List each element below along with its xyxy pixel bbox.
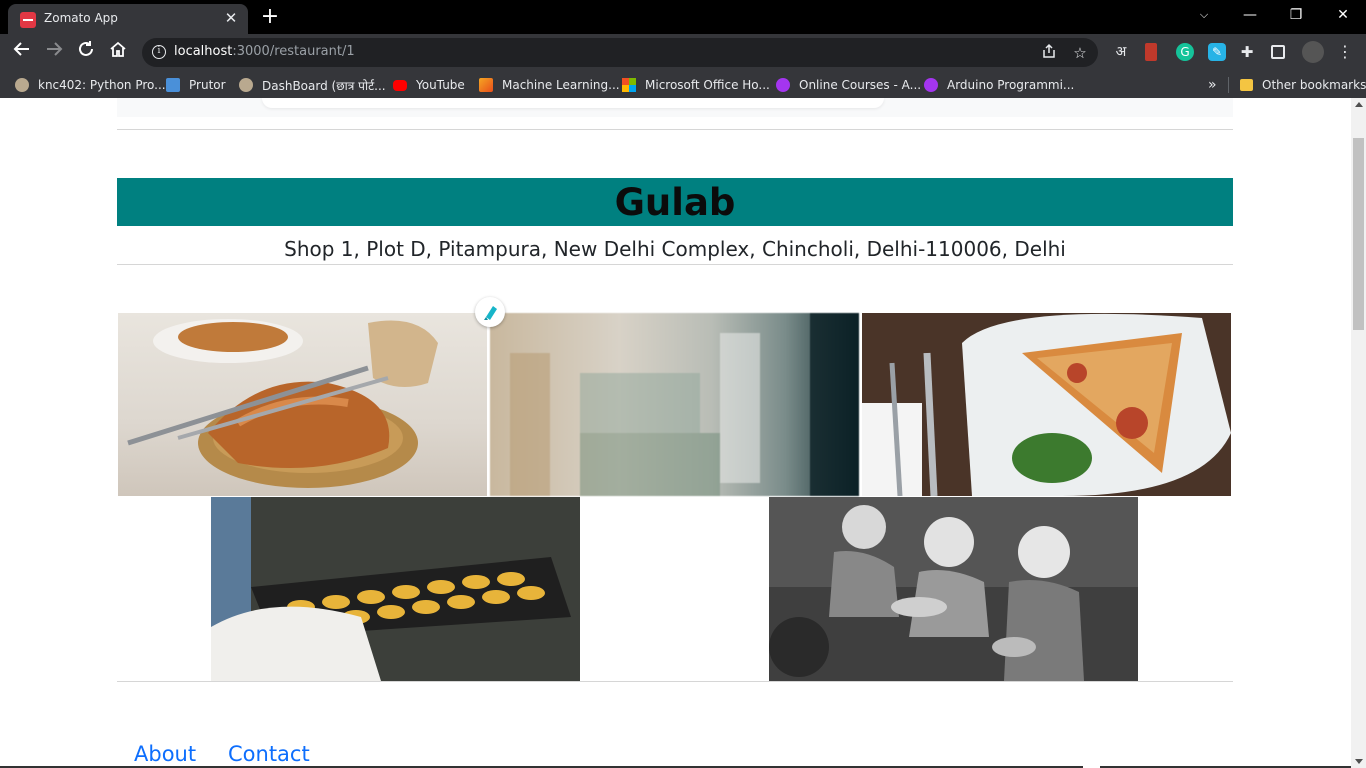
bookmark-online-courses[interactable]: Online Courses - A... — [776, 76, 921, 94]
bookmark-youtube[interactable]: YouTube — [393, 76, 465, 94]
bookmark-microsoft-office[interactable]: Microsoft Office Ho... — [622, 76, 770, 94]
bookmark-dashboard[interactable]: DashBoard (छात्र पोर्ट... — [239, 76, 386, 94]
home-icon — [110, 41, 126, 57]
croissant-photo — [118, 313, 487, 496]
udemy-icon — [924, 78, 938, 92]
divider — [117, 264, 1233, 265]
tab-close-icon[interactable]: ✕ — [222, 9, 240, 27]
tab-search-chevron-icon[interactable]: ⌵ — [1181, 0, 1227, 32]
back-arrow-icon — [13, 42, 29, 56]
bookmark-label: DashBoard (छात्र पोर्ट... — [262, 78, 386, 93]
url-text: localhost:3000/restaurant/1 — [174, 44, 355, 59]
bookmark-label: Other bookmarks — [1262, 78, 1366, 92]
translate-extension-icon[interactable]: अ — [1112, 43, 1130, 61]
share-icon[interactable] — [1039, 43, 1059, 63]
restaurant-name: Gulab — [614, 181, 736, 224]
bookmark-knc402[interactable]: knc402: Python Pro... — [15, 76, 166, 94]
folder-icon — [1240, 79, 1253, 91]
pizza-slice-photo — [862, 313, 1231, 496]
header-strip — [117, 98, 1233, 117]
browser-toolbar: i localhost:3000/restaurant/1 ☆ अ G ✎ ✚ … — [0, 34, 1366, 71]
egg-tarts-tray-photo — [211, 497, 580, 681]
divider — [117, 681, 1233, 682]
children-eating-photo — [769, 497, 1138, 681]
close-window-button[interactable]: ✕ — [1320, 0, 1366, 32]
bookmark-label: Machine Learning... — [502, 78, 620, 92]
bookmark-label: YouTube — [416, 78, 465, 92]
bookmarks-bar: knc402: Python Pro... Prutor DashBoard (… — [0, 71, 1366, 98]
globe-icon — [15, 78, 29, 92]
grammarly-icon[interactable]: G — [1176, 43, 1194, 61]
bookmark-label: Online Courses - A... — [799, 78, 922, 92]
restaurant-address: Shop 1, Plot D, Pitampura, New Delhi Com… — [284, 237, 1066, 261]
bookmark-star-icon[interactable]: ☆ — [1070, 43, 1090, 63]
divider — [117, 129, 1233, 130]
forward-arrow-icon — [47, 42, 63, 56]
scroll-thumb[interactable] — [1353, 138, 1364, 330]
bookmark-label: knc402: Python Pro... — [38, 78, 166, 92]
bookmark-label: Prutor — [189, 78, 226, 92]
site-info-icon[interactable]: i — [152, 45, 166, 59]
other-bookmarks-folder[interactable]: Other bookmarks — [1240, 76, 1366, 94]
page-scrollbar[interactable] — [1351, 98, 1366, 768]
page-viewport: Gulab Shop 1, Plot D, Pitampura, New Del… — [0, 98, 1351, 768]
bookmark-label: Arduino Programmi... — [947, 78, 1075, 92]
restaurant-name-banner: Gulab — [117, 178, 1233, 226]
side-panel-icon[interactable] — [1271, 45, 1285, 59]
blurred-restaurant-photo — [490, 313, 859, 496]
reload-button[interactable] — [72, 39, 100, 67]
bookmarks-overflow-chevron-icon[interactable]: » — [1208, 76, 1217, 94]
bookmark-arduino[interactable]: Arduino Programmi... — [924, 76, 1074, 94]
book-extension-icon[interactable] — [1145, 43, 1157, 61]
ml-icon — [479, 78, 493, 92]
udemy-icon — [776, 78, 790, 92]
highlighter-extension-icon[interactable]: ✎ — [1208, 43, 1226, 61]
reload-icon — [79, 41, 93, 56]
zomato-favicon-icon — [20, 12, 36, 28]
globe-icon — [239, 78, 253, 92]
bookmark-machine-learning[interactable]: Machine Learning... — [479, 76, 620, 94]
back-button[interactable] — [8, 39, 36, 67]
menu-kebab-icon[interactable]: ⋮ — [1336, 43, 1354, 61]
scroll-up-arrow-icon[interactable] — [1355, 102, 1363, 107]
home-button[interactable] — [104, 39, 132, 67]
bookmark-prutor[interactable]: Prutor — [166, 76, 226, 94]
profile-avatar[interactable] — [1302, 41, 1324, 63]
new-tab-button[interactable]: + — [258, 5, 282, 29]
about-link[interactable]: About — [134, 742, 196, 766]
tab-title: Zomato App — [44, 11, 118, 25]
microsoft-icon — [622, 78, 636, 92]
forward-button[interactable] — [40, 39, 68, 67]
bookmark-label: Microsoft Office Ho... — [645, 78, 770, 92]
highlighter-badge[interactable] — [475, 297, 505, 327]
scroll-down-arrow-icon[interactable] — [1355, 759, 1363, 764]
browser-tab[interactable]: Zomato App ✕ — [8, 4, 248, 34]
youtube-icon — [393, 79, 407, 91]
highlighter-icon — [484, 306, 497, 320]
minimize-button[interactable]: — — [1227, 0, 1273, 32]
tab-strip: Zomato App ✕ + ⌵ — ❐ ✕ — [0, 0, 1366, 34]
bookmarks-separator — [1228, 77, 1229, 93]
contact-link[interactable]: Contact — [228, 742, 310, 766]
address-bar[interactable]: i localhost:3000/restaurant/1 ☆ — [142, 38, 1098, 67]
restore-button[interactable]: ❐ — [1273, 0, 1319, 32]
extensions-puzzle-icon[interactable]: ✚ — [1238, 43, 1256, 61]
header-card-bottom — [262, 98, 884, 108]
prutor-icon — [166, 78, 180, 92]
